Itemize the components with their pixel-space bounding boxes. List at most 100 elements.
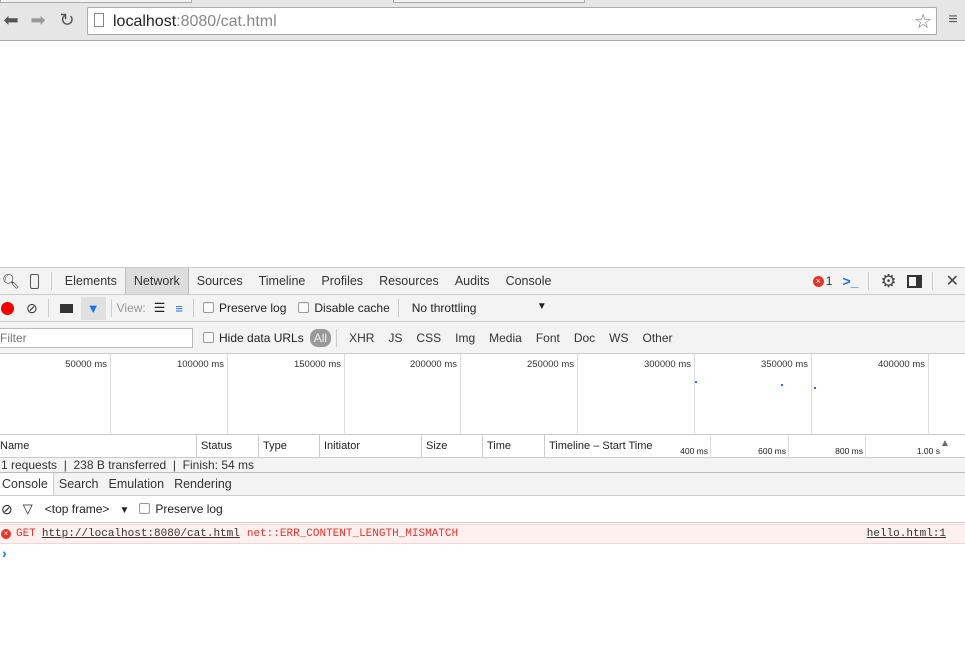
- request-marker: [781, 384, 783, 386]
- error-text: net::ERR_CONTENT_LENGTH_MISMATCH: [246, 528, 459, 540]
- summary-finish: Finish: 54 ms: [182, 458, 255, 472]
- overview-icon[interactable]: ≡: [175, 301, 183, 316]
- overview-tick: 400000 ms: [877, 359, 925, 370]
- type-filter-js[interactable]: JS: [388, 331, 402, 345]
- tab-network[interactable]: Network: [124, 268, 189, 294]
- drawer-tab-emulation[interactable]: Emulation: [103, 473, 169, 495]
- record-button[interactable]: [1, 301, 14, 315]
- tab-resources[interactable]: Resources: [371, 268, 447, 294]
- close-devtools-icon[interactable]: ✕: [946, 271, 959, 291]
- browser-tab[interactable]: [393, 0, 585, 3]
- forward-button[interactable]: ➡: [27, 10, 49, 30]
- preserve-log-checkbox[interactable]: Preserve log: [203, 301, 286, 315]
- drawer-tab-console[interactable]: Console: [0, 473, 54, 495]
- page-icon: [94, 13, 104, 27]
- clear-console-icon[interactable]: ⊘: [1, 501, 13, 518]
- filter-bar: Hide data URLs All XHR JS CSS Img Media …: [0, 322, 965, 354]
- request-marker: [814, 387, 816, 389]
- tab-audits[interactable]: Audits: [447, 268, 498, 294]
- gridline: [811, 354, 812, 435]
- type-filter-doc[interactable]: Doc: [574, 331, 595, 345]
- preserve-log-label: Preserve log: [219, 301, 287, 315]
- request-marker: [695, 381, 697, 383]
- type-filter-all[interactable]: All: [309, 328, 332, 347]
- hide-data-urls-checkbox[interactable]: Hide data URLs: [203, 331, 304, 345]
- console-preserve-log-label: Preserve log: [155, 502, 223, 516]
- browser-toolbar: ⬅ ➡ ↻ localhost:8080/cat.html ☆ ≡: [0, 0, 965, 41]
- inspect-search-icon[interactable]: 🔍︎: [2, 273, 20, 290]
- address-bar[interactable]: localhost:8080/cat.html ☆: [87, 7, 937, 35]
- error-count[interactable]: 1: [826, 274, 833, 288]
- console-preserve-log-checkbox[interactable]: Preserve log: [139, 502, 223, 516]
- tab-timeline[interactable]: Timeline: [251, 268, 314, 294]
- gridline: [928, 354, 929, 435]
- timeline-tick: 800 ms: [835, 446, 863, 456]
- bookmark-star-icon[interactable]: ☆: [914, 9, 932, 34]
- dock-side-icon[interactable]: [906, 274, 922, 288]
- back-button[interactable]: ⬅: [0, 10, 22, 30]
- error-icon[interactable]: ×: [812, 275, 824, 287]
- error-source-link[interactable]: hello.html:1: [867, 528, 946, 540]
- console-prompt[interactable]: ›: [2, 545, 7, 561]
- context-select[interactable]: <top frame> ▼: [45, 502, 130, 516]
- type-filter-font[interactable]: Font: [536, 331, 560, 345]
- type-filter-img[interactable]: Img: [455, 331, 475, 345]
- timeline-tick: 1.00 s: [916, 446, 940, 456]
- summary-requests: 1 requests: [1, 458, 58, 472]
- column-type[interactable]: Type: [259, 435, 320, 458]
- type-filter-other[interactable]: Other: [643, 331, 673, 345]
- drawer-tab-search[interactable]: Search: [54, 473, 104, 495]
- type-filter-media[interactable]: Media: [489, 331, 522, 345]
- dropdown-arrow-icon: ▼: [536, 301, 547, 312]
- overview-tick: 350000 ms: [760, 359, 808, 370]
- filter-funnel-icon[interactable]: ▼: [80, 296, 106, 320]
- url-path: :8080/cat.html: [176, 13, 277, 30]
- settings-gear-icon[interactable]: ⚙: [880, 271, 896, 292]
- timeline-tick: 600 ms: [758, 446, 786, 456]
- console-drawer-icon[interactable]: >_: [842, 273, 858, 289]
- filter-funnel-icon[interactable]: ▽: [23, 501, 33, 517]
- filter-input[interactable]: [0, 327, 193, 348]
- overview-tick: 150000 ms: [293, 359, 341, 370]
- hide-data-urls-label: Hide data URLs: [219, 330, 304, 345]
- clear-icon[interactable]: ⊘: [26, 300, 38, 317]
- reload-button[interactable]: ↻: [56, 10, 78, 30]
- menu-icon[interactable]: ≡: [942, 10, 964, 30]
- overview-tick: 200000 ms: [409, 359, 457, 370]
- gridline: [710, 435, 711, 458]
- timeline-tick: 400 ms: [680, 446, 708, 456]
- network-overview[interactable]: 50000 ms 100000 ms 150000 ms 200000 ms 2…: [0, 354, 965, 435]
- overview-tick: 100000 ms: [176, 359, 224, 370]
- type-filter-css[interactable]: CSS: [416, 331, 441, 345]
- column-initiator[interactable]: Initiator: [320, 435, 422, 458]
- tab-sources[interactable]: Sources: [189, 268, 251, 294]
- drawer-tab-rendering[interactable]: Rendering: [169, 473, 237, 495]
- error-url-link[interactable]: http://localhost:8080/cat.html: [42, 528, 240, 540]
- tab-elements[interactable]: Elements: [57, 268, 125, 294]
- drawer-tabbar: Console Search Emulation Rendering: [0, 473, 965, 496]
- throttling-select[interactable]: No throttling ▼: [412, 301, 547, 315]
- disable-cache-label: Disable cache: [314, 301, 390, 315]
- tab-console[interactable]: Console: [498, 268, 560, 294]
- device-mode-icon[interactable]: [29, 273, 39, 289]
- gridline: [788, 435, 789, 458]
- type-filter-ws[interactable]: WS: [609, 331, 628, 345]
- console-error-message: × GET http://localhost:8080/cat.html net…: [0, 524, 965, 544]
- column-time[interactable]: Time: [483, 435, 545, 458]
- sort-ascending-icon[interactable]: ▲: [940, 438, 950, 449]
- tab-profiles[interactable]: Profiles: [313, 268, 371, 294]
- large-rows-icon[interactable]: ☰: [154, 300, 166, 316]
- capture-screenshots-icon[interactable]: [59, 303, 73, 313]
- type-filter-xhr[interactable]: XHR: [349, 331, 374, 345]
- column-size[interactable]: Size: [422, 435, 483, 458]
- disable-cache-checkbox[interactable]: Disable cache: [298, 301, 390, 315]
- browser-tab[interactable]: [0, 0, 192, 3]
- gridline: [110, 354, 111, 435]
- network-summary: 1 requests | 238 B transferred | Finish:…: [0, 458, 965, 473]
- column-status[interactable]: Status: [197, 435, 259, 458]
- error-method: GET: [16, 528, 36, 540]
- column-name[interactable]: Name: [0, 435, 197, 458]
- view-label: View:: [116, 301, 146, 315]
- error-icon: ×: [1, 529, 11, 539]
- gridline: [460, 354, 461, 435]
